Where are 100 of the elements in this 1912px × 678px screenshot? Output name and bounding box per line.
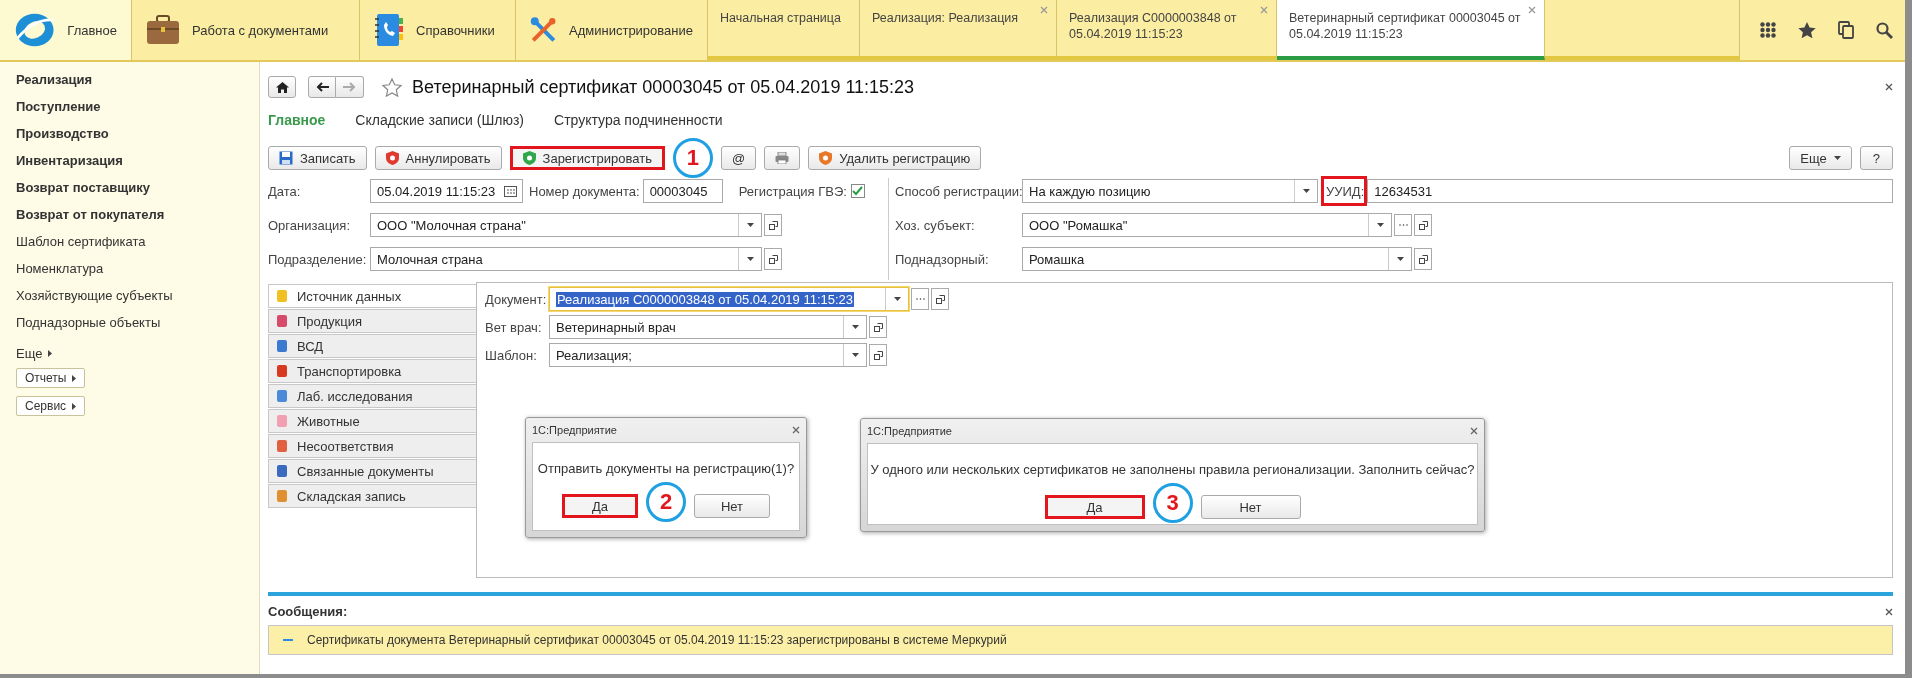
uuid-field[interactable]: 12634531 <box>1367 179 1893 203</box>
dialog-title: 1С:Предприятие <box>867 425 952 437</box>
open-button[interactable] <box>1414 214 1432 236</box>
search-icon[interactable] <box>1876 21 1893 39</box>
dialog-title: 1С:Предприятие <box>532 424 617 436</box>
form-title: Ветеринарный сертификат 00003045 от 05.04.2019 11:15:23 <box>412 76 916 98</box>
sidebar-item[interactable]: Поступление <box>16 97 259 124</box>
field-label: Шаблон: <box>485 347 538 363</box>
select-field[interactable]: ООО "Ромашка" <box>1022 213 1392 237</box>
menu-button[interactable]: Сервис <box>16 396 86 416</box>
field-label: Организация: <box>268 217 352 233</box>
more-link[interactable]: Еще <box>16 340 259 366</box>
open-button[interactable] <box>764 248 782 270</box>
open-button[interactable] <box>931 288 949 310</box>
form-nav-link[interactable]: Структура подчиненности <box>554 112 723 132</box>
section-tab[interactable]: Работа с документами <box>132 0 360 60</box>
select-field[interactable]: ООО "Молочная страна" <box>370 213 762 237</box>
tab-icon <box>275 339 289 353</box>
message-text: Сертификаты документа Ветеринарный сертификат 00003045 от 05.04.2019 11:15:23 зарегистрированы в системе Меркурий <box>307 633 1007 647</box>
field-label: Регистрация ГВЭ: <box>738 183 847 199</box>
close-icon[interactable] <box>1470 427 1478 435</box>
close-icon[interactable] <box>792 426 800 434</box>
dialog-button[interactable]: Да <box>1044 495 1145 519</box>
field-label: Дата: <box>268 183 302 199</box>
star-icon[interactable] <box>1798 21 1816 39</box>
sidebar-item[interactable]: Инвентаризация <box>16 151 259 178</box>
back-arrow-icon <box>315 82 329 92</box>
document-tab[interactable]: Начальная страница <box>708 0 860 60</box>
step-number: 3 <box>1152 483 1193 523</box>
open-icon <box>768 254 778 264</box>
copy-icon[interactable] <box>1838 21 1854 39</box>
section-tab[interactable]: Администрирование <box>516 0 708 60</box>
toolbar-button[interactable]: Записать <box>268 146 367 170</box>
tab-icon <box>275 389 289 403</box>
field-label: УУИД: <box>1326 183 1365 199</box>
section-tab[interactable]: Главное <box>0 0 132 60</box>
shield-icon <box>522 151 536 165</box>
checkbox[interactable] <box>850 184 865 198</box>
select-field[interactable]: На каждую позицию <box>1022 179 1318 203</box>
side-tab[interactable]: Источник данных <box>268 284 476 308</box>
section-tab[interactable]: Справочники <box>360 0 516 60</box>
tab-icon <box>275 464 289 478</box>
open-button[interactable] <box>1414 248 1432 270</box>
menu-button[interactable]: Отчеты <box>16 368 86 388</box>
close-icon[interactable] <box>1885 83 1893 91</box>
open-button[interactable] <box>764 214 782 236</box>
number-field[interactable]: 00003045 <box>642 179 723 203</box>
date-field[interactable]: 05.04.2019 11:15:23 <box>370 179 523 203</box>
side-tab[interactable]: Связанные документы <box>268 459 476 483</box>
caret-icon <box>893 297 901 301</box>
address-book-icon <box>374 13 404 47</box>
calendar-icon[interactable] <box>504 185 517 197</box>
select-field[interactable]: Молочная страна <box>370 247 762 271</box>
sidebar-item[interactable]: Поднадзорные объекты <box>16 313 259 340</box>
sidebar-item[interactable]: Производство <box>16 124 259 151</box>
print-button[interactable] <box>764 146 801 170</box>
dialog-message: Отправить документы на регистрацию(1)? <box>537 461 795 476</box>
field-label: Поднадзорный: <box>895 251 990 267</box>
toolbar-button[interactable]: Удалить регистрацию <box>808 146 982 170</box>
dialog-button[interactable]: Нет <box>694 494 770 518</box>
star-icon[interactable] <box>382 77 402 97</box>
side-tab[interactable]: Лаб. исследования <box>268 384 476 408</box>
document-tab[interactable]: Ветеринарный сертификат 00003045 от 05.04.2019 11:15:23 <box>1277 0 1545 60</box>
more-button[interactable]: Еще <box>1789 146 1852 170</box>
document-tab[interactable]: Реализация: Реализация <box>860 0 1057 60</box>
dialog-message: У одного или нескольких сертификатов не заполнены правила регионализации. Заполнить сейчас? <box>870 462 1475 477</box>
forward-arrow-icon <box>343 82 356 92</box>
apps-grid-icon[interactable] <box>1760 22 1776 38</box>
side-tab[interactable]: Транспортировка <box>268 359 476 383</box>
select-field[interactable]: Ромашка <box>1022 247 1412 271</box>
form-nav-link[interactable]: Главное <box>268 112 326 132</box>
open-icon <box>1418 220 1428 230</box>
sidebar-item[interactable]: Возврат поставщику <box>16 178 259 205</box>
dialog-button[interactable]: Да <box>562 494 638 518</box>
open-button[interactable] <box>869 316 887 338</box>
back-button[interactable] <box>308 76 336 98</box>
select-field[interactable]: Реализация; <box>549 343 867 367</box>
open-icon <box>1418 254 1428 264</box>
open-button[interactable] <box>869 344 887 366</box>
sidebar-item[interactable]: Возврат от покупателя <box>16 205 259 232</box>
side-tab[interactable]: ВСД <box>268 334 476 358</box>
sidebar-item[interactable]: Хозяйствующие субъекты <box>16 286 259 313</box>
side-tab[interactable]: Продукция <box>268 309 476 333</box>
form-nav-link[interactable]: Складские записи (Шлюз) <box>355 112 525 132</box>
sidebar-item[interactable]: Шаблон сертификата <box>16 232 259 259</box>
toolbar-button[interactable]: Зарегистрировать <box>509 146 665 170</box>
toolbar-button[interactable]: Аннулировать <box>374 146 502 170</box>
side-tab[interactable]: Складская запись <box>268 484 476 508</box>
sidebar-item[interactable]: Реализация <box>16 70 259 97</box>
side-tab[interactable]: Животные <box>268 409 476 433</box>
toolbar-button[interactable]: @ <box>720 146 757 170</box>
side-tab[interactable]: Несоответствия <box>268 434 476 458</box>
help-button[interactable]: ? <box>1859 146 1893 170</box>
home-button[interactable] <box>268 76 296 98</box>
dialog-button[interactable]: Нет <box>1200 495 1301 519</box>
select-field[interactable]: Реализация С0000003848 от 05.04.2019 11:15:23 <box>549 287 909 311</box>
close-icon[interactable] <box>1885 607 1893 616</box>
messages-title: Сообщения: <box>268 604 348 619</box>
sidebar-item[interactable]: Номенклатура <box>16 259 259 286</box>
select-field[interactable]: Ветеринарный врач <box>549 315 867 339</box>
